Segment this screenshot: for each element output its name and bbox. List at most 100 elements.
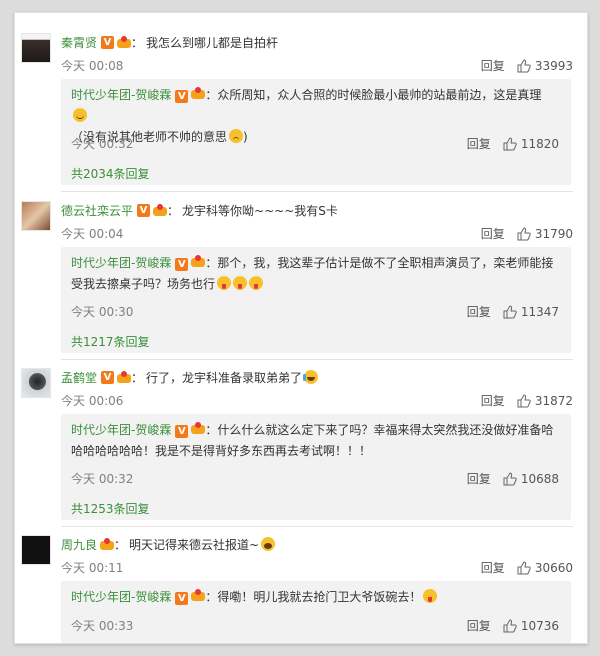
- thumbs-up-icon: [517, 226, 531, 240]
- like-button[interactable]: 10736: [503, 619, 559, 633]
- colon: ：: [205, 423, 218, 437]
- like-button[interactable]: 30660: [517, 561, 573, 575]
- like-count: 31790: [534, 226, 573, 241]
- commenter-name[interactable]: 秦霄贤: [61, 34, 97, 51]
- commenter-name[interactable]: 孟鹤堂: [61, 369, 97, 386]
- tongue-emoji-icon: [423, 589, 438, 603]
- commenter-name[interactable]: 德云社栾云平: [61, 202, 133, 219]
- reply-button[interactable]: 回复: [467, 303, 491, 320]
- tongue-emoji-icon: [233, 276, 248, 290]
- colon: ：: [205, 88, 218, 102]
- membership-crown-icon: [117, 36, 132, 48]
- reply-text-line2: 哈哈哈哈哈哈！我是不是得背好多东西再去考试啊！！！: [71, 444, 372, 458]
- replier-name[interactable]: 时代少年团-贺峻霖: [71, 88, 171, 102]
- membership-crown-icon: [117, 371, 132, 383]
- replier-name[interactable]: 时代少年团-贺峻霖: [71, 590, 171, 604]
- smile-emoji-icon: [73, 108, 87, 122]
- membership-crown-icon: [191, 87, 206, 99]
- more-replies-link[interactable]: 共2034条回复: [71, 165, 150, 182]
- like-count: 31872: [534, 393, 573, 408]
- colon: ：: [114, 537, 127, 552]
- tongue-emoji-icon: [217, 276, 232, 290]
- thumbs-up-icon: [517, 58, 531, 72]
- replier-name[interactable]: 时代少年团-贺峻霖: [71, 256, 171, 270]
- avatar[interactable]: [21, 368, 51, 398]
- reply-box: 时代少年团-贺峻霖 V ：众所周知，众人合照的时候脸最小最帅的站最前边，这是真理 （…: [61, 79, 571, 185]
- divider: [61, 359, 573, 360]
- like-button[interactable]: 11347: [503, 305, 559, 319]
- comment-time: 今天 00:11: [61, 561, 124, 575]
- verified-v-icon: V: [101, 35, 115, 49]
- reply-button[interactable]: 回复: [481, 57, 505, 74]
- thumbs-up-icon: [503, 471, 517, 485]
- divider: [61, 526, 573, 527]
- reply-button[interactable]: 回复: [467, 617, 491, 634]
- reply-time: 今天 00:32: [71, 472, 134, 486]
- more-replies-link[interactable]: 共1253条回复: [71, 500, 150, 517]
- laugh-cry-emoji-icon: [303, 370, 319, 384]
- colon: ：: [131, 35, 144, 50]
- verified-v-icon: V: [101, 370, 115, 384]
- thumbs-up-icon: [517, 560, 531, 574]
- verified-v-icon: V: [175, 258, 189, 271]
- reply-box: 时代少年团-贺峻霖 V ：什么什么就这么定下来了吗？幸福来得太突然我还没做好准备哈 …: [61, 414, 571, 520]
- like-count: 10688: [520, 471, 559, 486]
- comment-text: 我怎么到哪儿都是自拍杆: [146, 35, 279, 50]
- avatar[interactable]: [21, 33, 51, 63]
- like-count: 11820: [520, 136, 559, 151]
- thumbs-up-icon: [503, 618, 517, 632]
- reply-box: 时代少年团-贺峻霖 V ：得嘞！明儿我就去抢门卫大爷饭碗去！ 今天 00:33 回复…: [61, 581, 571, 643]
- reply-time: 今天 00:33: [71, 619, 134, 633]
- reply-time: 今天 00:32: [71, 137, 134, 151]
- verified-v-icon: V: [175, 592, 189, 605]
- reply-box: 时代少年团-贺峻霖 V ：那个，我，我这辈子估计是做不了全职相声演员了，栾老师能接 …: [61, 247, 571, 353]
- membership-crown-icon: [191, 255, 206, 267]
- comment-time: 今天 00:08: [61, 59, 124, 73]
- commenter-name[interactable]: 周九良: [61, 536, 97, 553]
- tongue-emoji-icon: [249, 276, 264, 290]
- like-button[interactable]: 11820: [503, 137, 559, 151]
- like-count: 11347: [520, 304, 559, 319]
- comment-text: 明天记得来德云社报道~: [129, 537, 260, 552]
- membership-crown-icon: [191, 422, 206, 434]
- reply-button[interactable]: 回复: [481, 559, 505, 576]
- comment-text: 龙宇科等你呦~~~~我有S卡: [182, 203, 338, 218]
- colon: ：: [205, 590, 218, 604]
- reply-text: 什么什么就这么定下来了吗？幸福来得太突然我还没做好准备哈: [217, 423, 554, 437]
- thumbs-up-icon: [517, 393, 531, 407]
- avatar[interactable]: [21, 535, 51, 565]
- verified-v-icon: V: [137, 203, 151, 217]
- membership-crown-icon: [191, 589, 206, 601]
- avatar[interactable]: [21, 201, 51, 231]
- reply-button[interactable]: 回复: [467, 470, 491, 487]
- reply-button[interactable]: 回复: [481, 225, 505, 242]
- like-count: 33993: [534, 58, 573, 73]
- like-button[interactable]: 10688: [503, 472, 559, 486]
- comment-text: 行了，龙宇科准备录取弟弟了: [146, 370, 303, 385]
- membership-crown-icon: [153, 204, 168, 216]
- replier-name[interactable]: 时代少年团-贺峻霖: [71, 423, 171, 437]
- comment-time: 今天 00:04: [61, 227, 124, 241]
- like-button[interactable]: 31872: [517, 394, 573, 408]
- comments-panel: 秦霄贤 V ： 我怎么到哪儿都是自拍杆 今天 00:08 回复 33993 时代…: [14, 12, 588, 644]
- reply-text: 众所周知，众人合照的时候脸最小最帅的站最前边，这是真理: [217, 88, 542, 102]
- like-button[interactable]: 31790: [517, 227, 573, 241]
- reply-text: 得嘞！明儿我就去抢门卫大爷饭碗去！: [217, 590, 422, 604]
- reply-button[interactable]: 回复: [481, 392, 505, 409]
- like-count: 10736: [520, 618, 559, 633]
- like-button[interactable]: 33993: [517, 59, 573, 73]
- membership-crown-icon: [100, 538, 115, 550]
- colon: ：: [131, 370, 144, 385]
- divider: [61, 191, 573, 192]
- colon: ：: [205, 256, 218, 270]
- thumbs-up-icon: [503, 136, 517, 150]
- colon: ：: [167, 203, 180, 218]
- like-count: 30660: [534, 560, 573, 575]
- reply-text: 那个，我，我这辈子估计是做不了全职相声演员了，栾老师能接: [217, 256, 554, 270]
- comment-time: 今天 00:06: [61, 394, 124, 408]
- verified-v-icon: V: [175, 425, 189, 438]
- sad-emoji-icon: [229, 129, 244, 143]
- more-replies-link[interactable]: 共1217条回复: [71, 333, 150, 350]
- reply-time: 今天 00:30: [71, 305, 134, 319]
- reply-button[interactable]: 回复: [467, 135, 491, 152]
